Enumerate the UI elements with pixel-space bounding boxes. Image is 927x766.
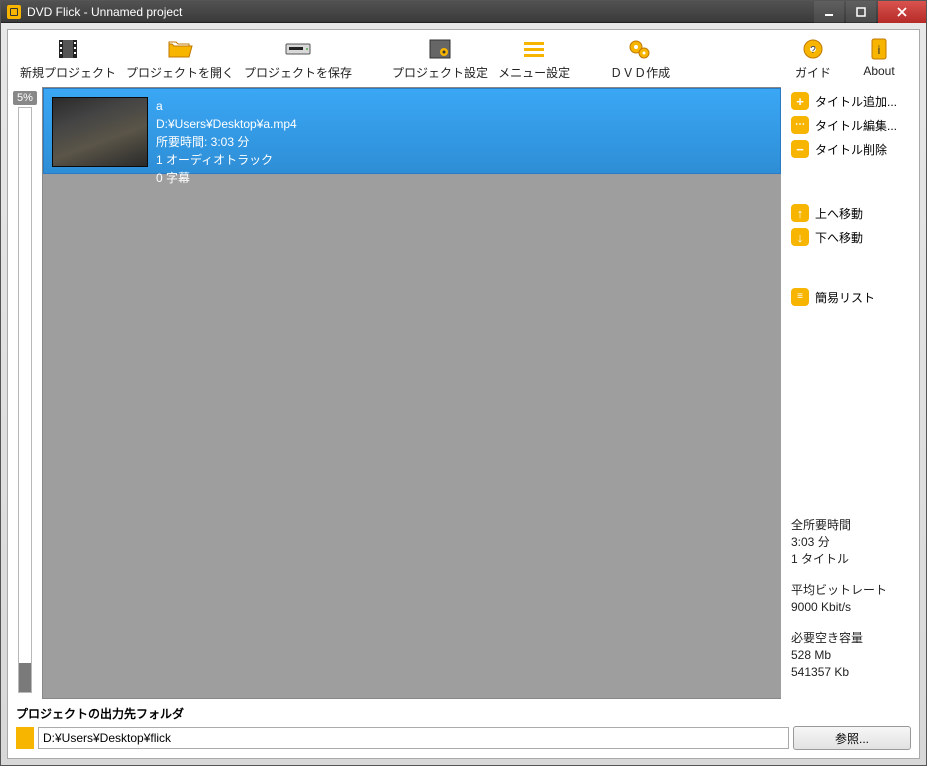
move-up-button[interactable]: ↑ 上へ移動	[791, 201, 911, 225]
btn-label: プロジェクトを保存	[244, 64, 352, 81]
simple-list-button[interactable]: ≡ 簡易リスト	[791, 285, 911, 309]
title-path: D:¥Users¥Desktop¥a.mp4	[156, 115, 297, 133]
toolbar: 新規プロジェクト プロジェクトを開く プロジェクトを保存 プロジェクト設定	[8, 30, 919, 87]
title-audio: 1 オーディオトラック	[156, 151, 297, 169]
plus-icon: +	[791, 92, 809, 110]
maximize-button[interactable]	[846, 1, 876, 23]
menu-settings-button[interactable]: メニュー設定	[494, 36, 574, 83]
remove-title-button[interactable]: − タイトル削除	[791, 137, 911, 161]
title-subs: 0 字幕	[156, 169, 297, 187]
minimize-icon	[824, 7, 834, 17]
browse-button[interactable]: 参照...	[793, 726, 911, 750]
label: 下へ移動	[815, 229, 863, 246]
btn-label: プロジェクトを開く	[126, 64, 234, 81]
app-window: DVD Flick - Unnamed project 新規プロジェクト	[0, 0, 927, 766]
btn-label: プロジェクト設定	[392, 64, 488, 81]
about-button[interactable]: i About	[847, 36, 911, 80]
svg-text:i: i	[878, 43, 881, 57]
dots-icon: ⋯	[791, 116, 809, 134]
close-button[interactable]	[878, 1, 926, 23]
gauge-percent-label: 5%	[13, 91, 37, 105]
label: タイトル削除	[815, 141, 887, 158]
about-icon: i	[866, 38, 892, 60]
project-settings-button[interactable]: プロジェクト設定	[388, 36, 492, 83]
btn-label: ＤＶＤ作成	[610, 64, 670, 81]
arrow-up-icon: ↑	[791, 204, 809, 222]
list-icon	[521, 38, 547, 60]
settings-board-icon	[427, 38, 453, 60]
title-thumbnail	[52, 97, 148, 167]
titles-count: 1 タイトル	[791, 551, 911, 568]
side-panel: + タイトル追加... ⋯ タイトル編集... − タイトル削除 ↑ 上へ移動	[781, 87, 919, 699]
close-icon	[896, 6, 908, 18]
help-disc-icon: ?	[800, 38, 826, 60]
label: 簡易リスト	[815, 289, 875, 306]
drive-icon	[285, 38, 311, 60]
window-title: DVD Flick - Unnamed project	[27, 5, 812, 19]
output-folder-input[interactable]	[38, 727, 789, 749]
bitrate-label: 平均ビットレート	[791, 582, 911, 599]
svg-text:?: ?	[810, 45, 816, 56]
minimize-button[interactable]	[814, 1, 844, 23]
btn-label: ガイド	[795, 64, 831, 81]
edit-title-button[interactable]: ⋯ タイトル編集...	[791, 113, 911, 137]
client-area: 新規プロジェクト プロジェクトを開く プロジェクトを保存 プロジェクト設定	[7, 29, 920, 759]
disc-usage-gauge: 5%	[8, 87, 42, 699]
gauge-track	[18, 107, 32, 693]
gauge-fill	[19, 663, 31, 692]
output-folder-label: プロジェクトの出力先フォルダ	[16, 703, 911, 726]
main-panel: a D:¥Users¥Desktop¥a.mp4 所要時間: 3:03 分 1 …	[42, 87, 781, 699]
space-kb: 541357 Kb	[791, 664, 911, 681]
add-title-button[interactable]: + タイトル追加...	[791, 89, 911, 113]
app-icon	[7, 5, 21, 19]
new-project-button[interactable]: 新規プロジェクト	[16, 36, 120, 83]
footer: プロジェクトの出力先フォルダ 参照...	[8, 699, 919, 758]
label: タイトル追加...	[815, 93, 897, 110]
btn-label: 新規プロジェクト	[20, 64, 116, 81]
label: 上へ移動	[815, 205, 863, 222]
list-small-icon: ≡	[791, 288, 809, 306]
space-label: 必要空き容量	[791, 630, 911, 647]
folder-open-icon	[167, 38, 193, 60]
arrow-down-icon: ↓	[791, 228, 809, 246]
maximize-icon	[856, 7, 866, 17]
btn-label: About	[863, 64, 894, 78]
label: タイトル編集...	[815, 117, 897, 134]
total-duration-value: 3:03 分	[791, 534, 911, 551]
move-down-button[interactable]: ↓ 下へ移動	[791, 225, 911, 249]
gears-icon	[627, 38, 653, 60]
open-project-button[interactable]: プロジェクトを開く	[122, 36, 238, 83]
window-buttons	[812, 1, 926, 23]
title-meta: a D:¥Users¥Desktop¥a.mp4 所要時間: 3:03 分 1 …	[156, 89, 297, 173]
minus-icon: −	[791, 140, 809, 158]
btn-label: メニュー設定	[498, 64, 570, 81]
title-name: a	[156, 97, 297, 115]
title-duration: 所要時間: 3:03 分	[156, 133, 297, 151]
create-dvd-button[interactable]: ＤＶＤ作成	[606, 36, 674, 83]
stats: 全所要時間 3:03 分 1 タイトル 平均ビットレート 9000 Kbit/s…	[791, 517, 911, 695]
bitrate-value: 9000 Kbit/s	[791, 599, 911, 616]
folder-marker-icon	[16, 727, 34, 749]
content: 5% a D:¥Users¥Desktop¥a.mp4 所要時間: 3:03 分…	[8, 87, 919, 699]
space-mb: 528 Mb	[791, 647, 911, 664]
film-icon	[55, 38, 81, 60]
title-item[interactable]: a D:¥Users¥Desktop¥a.mp4 所要時間: 3:03 分 1 …	[43, 88, 781, 174]
total-duration-label: 全所要時間	[791, 517, 911, 534]
title-list[interactable]: a D:¥Users¥Desktop¥a.mp4 所要時間: 3:03 分 1 …	[42, 87, 781, 699]
titlebar: DVD Flick - Unnamed project	[1, 1, 926, 23]
save-project-button[interactable]: プロジェクトを保存	[240, 36, 356, 83]
guide-button[interactable]: ? ガイド	[781, 36, 845, 83]
